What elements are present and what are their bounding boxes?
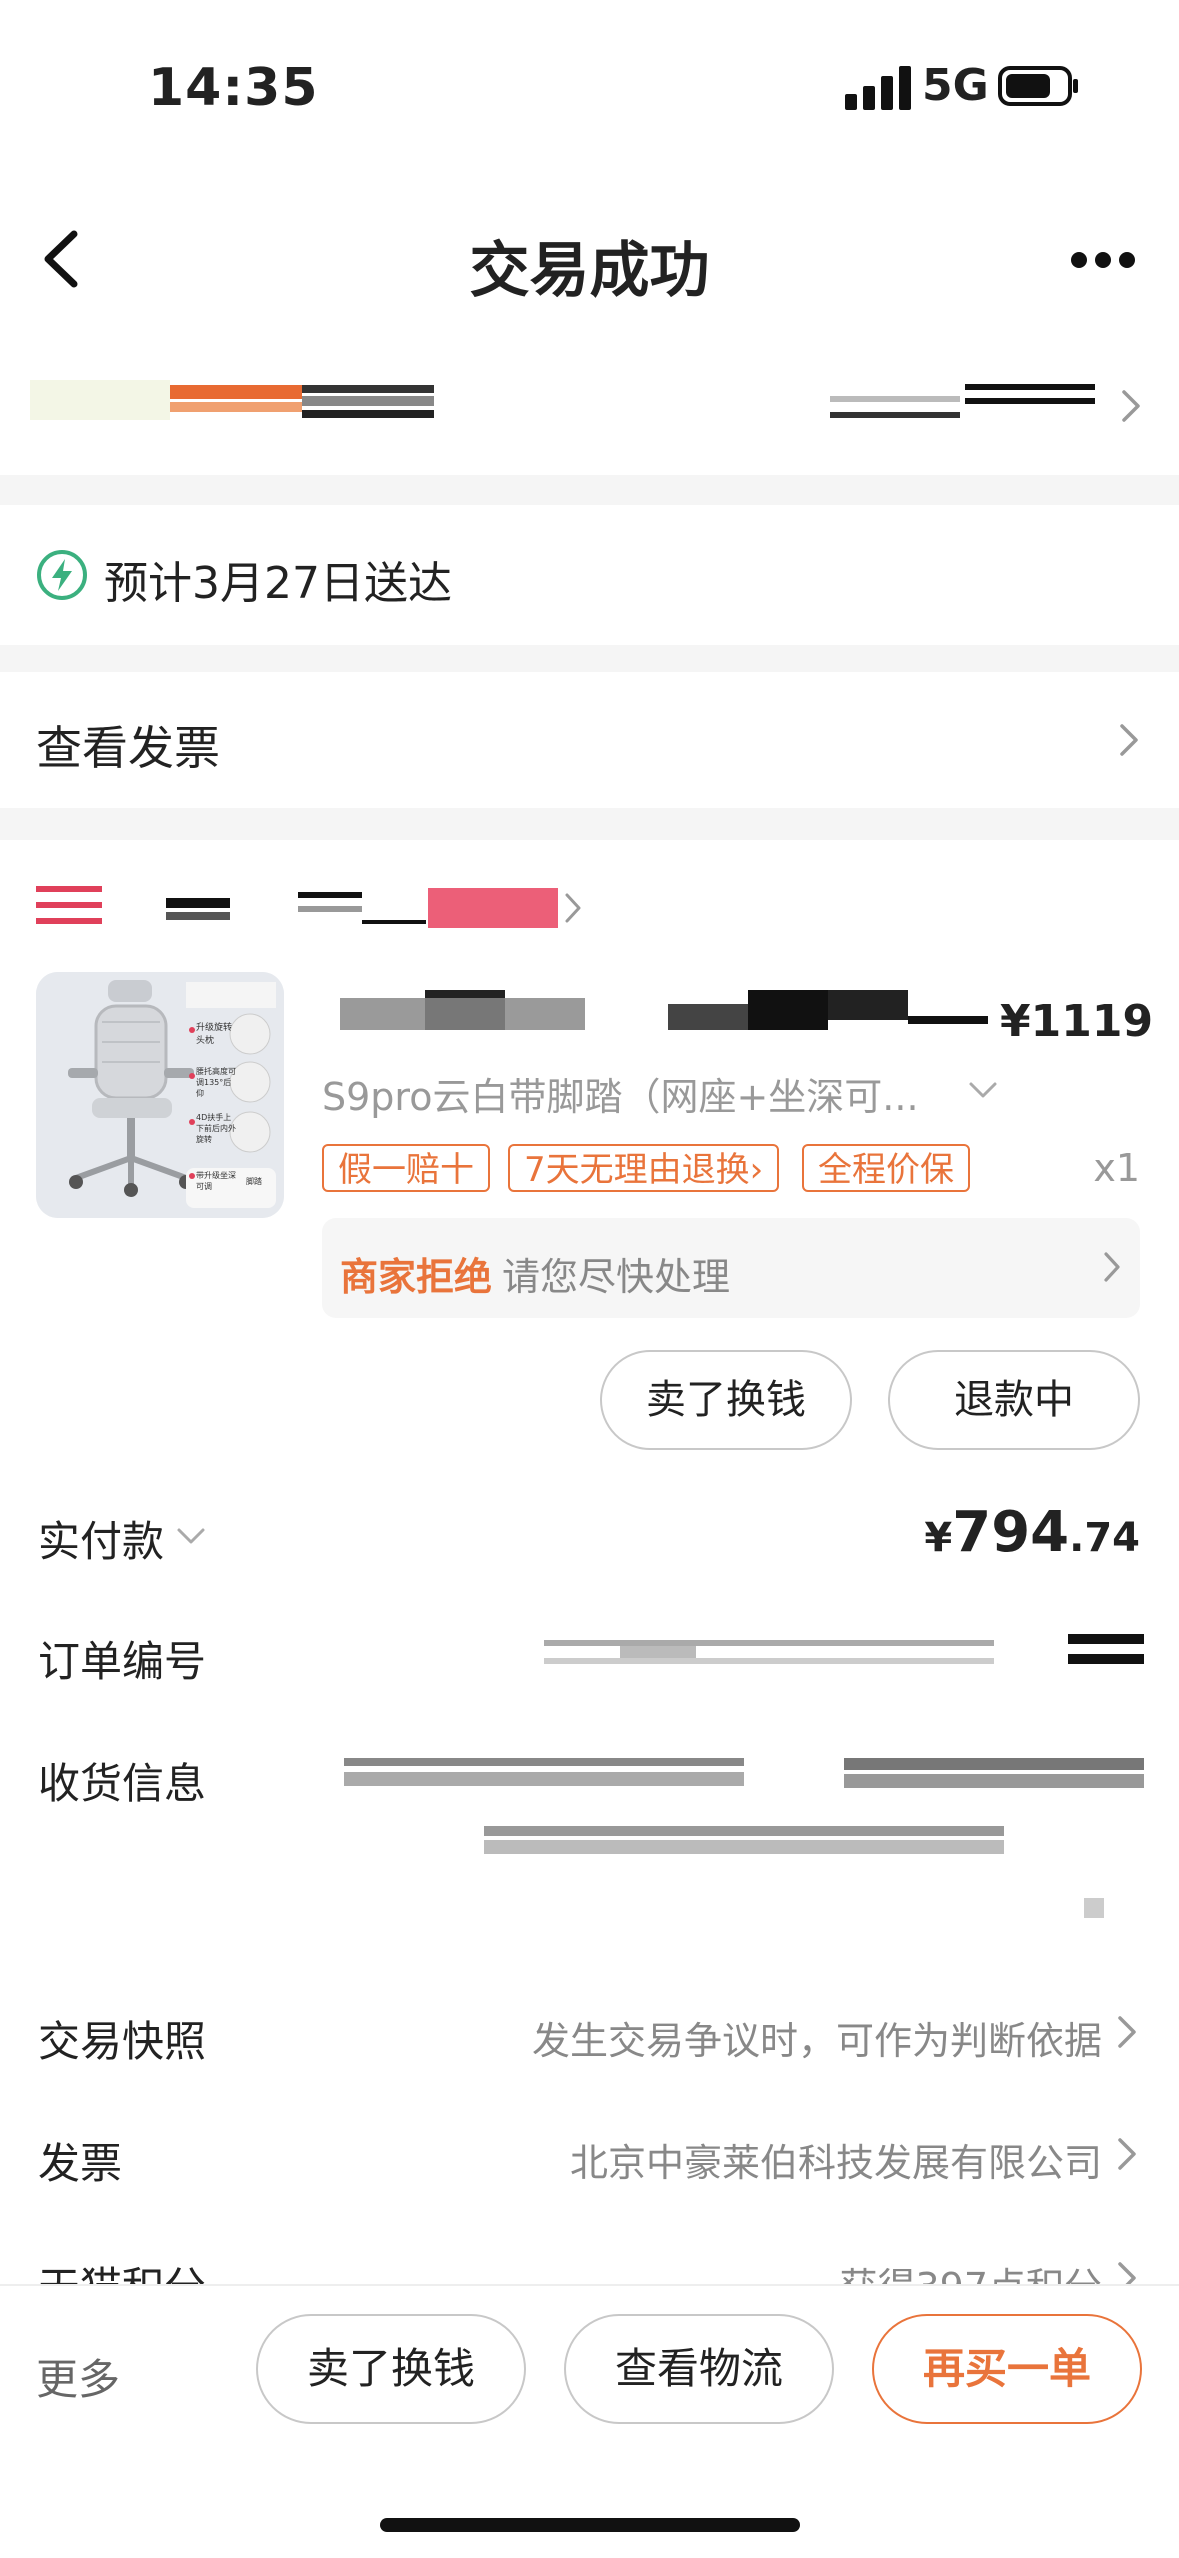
chevron-right-icon (1122, 390, 1140, 422)
invoice-label: 发票 (38, 2139, 123, 2188)
order-number-value[interactable] (544, 1634, 1144, 1674)
paid-decimal: .74 (1069, 1515, 1140, 1561)
sell-item-button[interactable]: 卖了换钱 (600, 1350, 852, 1450)
view-logistics-button[interactable]: 查看物流 (564, 2314, 834, 2424)
blurred-text (668, 1004, 748, 1030)
blurred-text (302, 385, 434, 393)
store-row[interactable] (36, 880, 596, 940)
chevron-down-icon[interactable] (968, 1080, 998, 1100)
battery-icon (998, 66, 1078, 106)
blurred-text (828, 990, 908, 1020)
buy-again-button[interactable]: 再买一单 (872, 2314, 1142, 2424)
bottom-action-bar: 更多 卖了换钱 查看物流 再买一单 (0, 2284, 1179, 2558)
order-number-label: 订单编号 (38, 1637, 207, 1686)
store-icon (36, 902, 102, 908)
address-value (344, 1756, 1144, 1936)
address-label: 收货信息 (38, 1759, 207, 1808)
home-indicator (380, 2518, 800, 2532)
image-caption: 腰托高度可调135°后仰 (196, 1067, 236, 1098)
more-icon[interactable] (1070, 250, 1136, 270)
lightning-icon (37, 550, 87, 600)
blurred-text (344, 1772, 744, 1786)
product-price: ¥1119 (1000, 996, 1154, 1047)
tag-price-protection: 全程价保 (802, 1144, 970, 1192)
blurred-text (908, 1016, 988, 1024)
invoice-company: 北京中豪莱伯科技发展有限公司 (569, 2141, 1102, 2185)
blurred-text (302, 396, 434, 406)
status-time: 14:35 (148, 58, 319, 118)
product-variant[interactable]: S9pro云白带脚踏（网座+坐深可... (322, 1066, 919, 1121)
paid-amount: ¥794.74 (900, 1500, 1140, 1565)
invoice-row[interactable]: 发票 北京中豪莱伯科技发展有限公司 (0, 2112, 1179, 2202)
chevron-right-icon (1118, 2016, 1136, 2048)
store-icon (36, 918, 102, 924)
tag-7day-return[interactable]: 7天无理由退换› (508, 1144, 780, 1192)
network-label: 5G (922, 60, 989, 111)
blurred-text (1084, 1898, 1104, 1918)
blurred-text (748, 990, 828, 1030)
blurred-text (302, 410, 434, 418)
blurred-text (1068, 1634, 1144, 1644)
blurred-text (298, 906, 362, 912)
blurred-text (844, 1758, 1144, 1770)
store-icon (36, 886, 102, 892)
image-caption: 升级旋转头枕 (196, 1023, 233, 1046)
refund-status-button[interactable]: 退款中 (888, 1350, 1140, 1450)
blurred-text (1068, 1654, 1144, 1664)
page-title: 交易成功 (469, 236, 710, 306)
paid-integer: 794 (952, 1500, 1070, 1565)
chevron-right-icon (1120, 724, 1138, 756)
blurred-text (484, 1840, 1004, 1854)
blurred-text (298, 892, 362, 898)
chevron-down-icon[interactable] (176, 1526, 206, 1546)
blurred-text (425, 998, 505, 1030)
merchant-status-box[interactable]: 商家拒绝 请您尽快处理 (322, 1218, 1140, 1318)
blurred-text (170, 385, 302, 399)
product-title[interactable] (340, 990, 1000, 1040)
merchant-hint: 请您尽快处理 (502, 1255, 731, 1299)
merchant-status: 商家拒绝 (340, 1255, 493, 1299)
blurred-text (362, 920, 426, 924)
shop-row[interactable] (30, 370, 1140, 440)
blurred-text (544, 1658, 994, 1664)
chevron-right-icon (565, 893, 581, 923)
blurred-text (170, 402, 302, 412)
delivery-estimate: 预计3月27日送达 (104, 558, 452, 609)
invoice-entry-label: 查看发票 (36, 721, 220, 775)
blurred-text (830, 412, 960, 418)
image-caption: 4D扶手上下前后内外旋转 (196, 1113, 236, 1144)
more-button[interactable]: 更多 (36, 2346, 120, 2407)
blurred-text (544, 1640, 994, 1646)
snapshot-value: 发生交易争议时，可作为判断依据 (531, 2019, 1102, 2063)
image-caption: 脚踏 (246, 1177, 262, 1186)
blurred-text (965, 384, 1095, 390)
blurred-text (484, 1826, 1004, 1836)
blurred-text (344, 1758, 744, 1766)
delivery-section: 预计3月27日送达 (0, 505, 1179, 645)
paid-label[interactable]: 实付款 (38, 1508, 164, 1569)
blurred-text (166, 898, 230, 908)
blurred-text (428, 888, 558, 928)
snapshot-label: 交易快照 (38, 2017, 207, 2066)
blurred-text (965, 398, 1095, 404)
blurred-text (844, 1774, 1144, 1788)
product-quantity: x1 (1093, 1146, 1140, 1190)
sell-button[interactable]: 卖了换钱 (256, 2314, 526, 2424)
invoice-entry[interactable]: 查看发票 (0, 672, 1179, 808)
blurred-text (30, 380, 170, 420)
image-caption: 带升级坐深可调 (196, 1171, 236, 1191)
chevron-right-icon (1118, 2138, 1136, 2170)
paid-currency: ¥ (924, 1515, 953, 1561)
tag-fake-compensation: 假一赔十 (322, 1144, 490, 1192)
blurred-text (425, 990, 505, 998)
chevron-right-icon (1104, 1252, 1120, 1282)
blurred-text (166, 912, 230, 920)
product-image[interactable]: 升级旋转头枕 腰托高度可调135°后仰 4D扶手上下前后内外旋转 带升级坐深可调… (36, 972, 284, 1218)
snapshot-row[interactable]: 交易快照 发生交易争议时，可作为判断依据 (0, 1990, 1179, 2080)
blurred-text (830, 396, 960, 402)
